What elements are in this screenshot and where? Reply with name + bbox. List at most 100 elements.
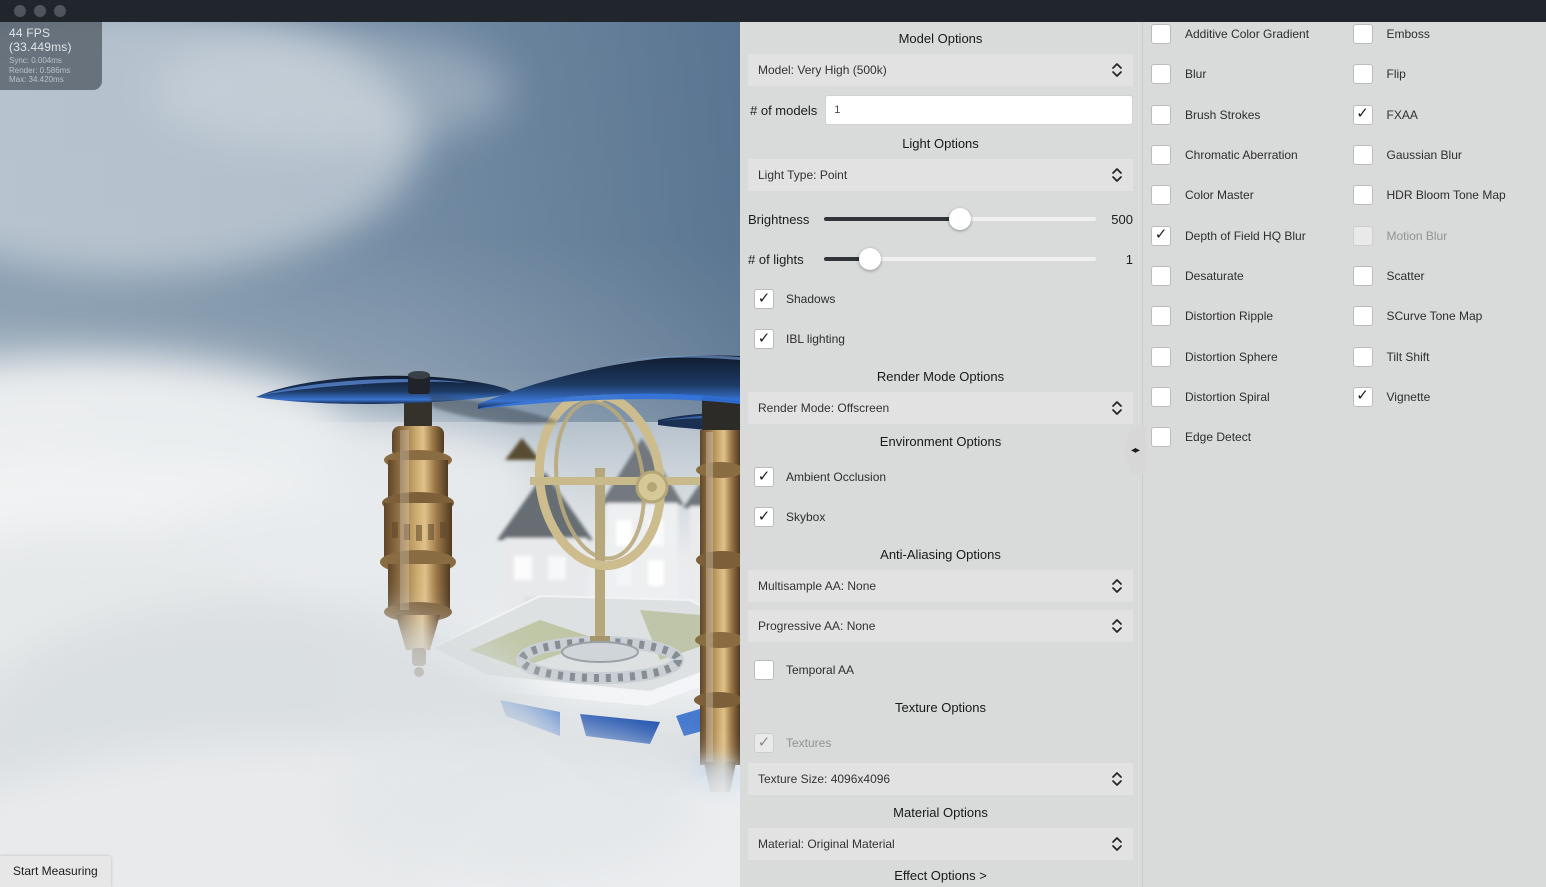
additive-color-gradient-checkbox[interactable] — [1151, 24, 1171, 45]
shadows-checkbox-row[interactable]: ✓ Shadows — [748, 279, 1133, 319]
temporal-aa-label: Temporal AA — [786, 663, 855, 677]
effect-row-blur[interactable]: Blur — [1151, 54, 1345, 94]
effect-label: Edge Detect — [1185, 430, 1252, 445]
render-mode-select[interactable]: Render Mode: Offscreen — [748, 392, 1133, 424]
brush-strokes-checkbox[interactable] — [1151, 104, 1171, 125]
num-lights-slider[interactable] — [824, 248, 1096, 270]
emboss-checkbox[interactable] — [1352, 24, 1373, 45]
effect-row-edge-detect[interactable]: Edge Detect — [1151, 417, 1345, 457]
checkmark-icon: ✓ — [757, 289, 771, 307]
effect-row-desaturate[interactable]: Desaturate — [1151, 256, 1345, 296]
color-master-checkbox[interactable] — [1151, 185, 1171, 206]
effect-options-link[interactable]: Effect Options > — [748, 868, 1133, 883]
texture-size-select-value: Texture Size: 4096x4096 — [758, 772, 891, 786]
ibl-lighting-checkbox-row[interactable]: ✓ IBL lighting — [748, 319, 1133, 359]
effect-row-tilt-shift[interactable]: Tilt Shift — [1352, 336, 1546, 376]
temporal-aa-checkbox[interactable] — [754, 660, 774, 680]
effects-column-right: Emboss Flip ✓ FXAA Gaussian Blur HDR Blo… — [1345, 14, 1546, 887]
effect-row-hdr-bloom-tone-map[interactable]: HDR Bloom Tone Map — [1352, 175, 1546, 215]
light-type-select[interactable]: Light Type: Point — [748, 159, 1133, 191]
scurve-tone-map-checkbox[interactable] — [1352, 306, 1373, 327]
effect-row-color-master[interactable]: Color Master — [1151, 175, 1345, 215]
effect-row-motion-blur: Motion Blur — [1352, 215, 1546, 255]
minimize-button[interactable] — [34, 5, 46, 17]
zoom-button[interactable] — [54, 5, 66, 17]
start-measuring-button[interactable]: Start Measuring — [0, 856, 111, 887]
shadows-checkbox[interactable]: ✓ — [754, 289, 774, 309]
distortion-sphere-checkbox[interactable] — [1151, 346, 1171, 367]
model-options-header: Model Options — [898, 31, 983, 46]
effect-label: Motion Blur — [1386, 228, 1448, 243]
num-lights-slider-handle[interactable] — [859, 248, 882, 270]
texture-size-select[interactable]: Texture Size: 4096x4096 — [748, 763, 1133, 795]
skybox-checkbox-row[interactable]: ✓ Skybox — [748, 497, 1133, 537]
checkmark-icon: ✓ — [757, 329, 771, 347]
effect-label: Distortion Ripple — [1185, 309, 1274, 324]
ibl-lighting-checkbox[interactable]: ✓ — [754, 329, 774, 349]
model-select[interactable]: Model: Very High (500k) — [748, 54, 1133, 86]
chevron-up-down-icon — [1112, 168, 1122, 182]
render-viewport[interactable] — [0, 22, 740, 887]
effect-row-scurve-tone-map[interactable]: SCurve Tone Map — [1352, 296, 1546, 336]
brightness-value: 500 — [1111, 211, 1133, 227]
multisample-aa-select[interactable]: Multisample AA: None — [748, 570, 1133, 602]
distortion-ripple-checkbox[interactable] — [1151, 306, 1171, 327]
brightness-slider[interactable] — [824, 208, 1096, 230]
vignette-checkbox[interactable]: ✓ — [1352, 386, 1373, 407]
temporal-aa-checkbox-row[interactable]: Temporal AA — [748, 650, 1133, 690]
desaturate-checkbox[interactable] — [1151, 265, 1171, 286]
chromatic-aberration-checkbox[interactable] — [1151, 145, 1171, 166]
effect-row-vignette[interactable]: ✓ Vignette — [1352, 377, 1546, 417]
effect-row-distortion-ripple[interactable]: Distortion Ripple — [1151, 296, 1345, 336]
brightness-slider-row: Brightness 500 — [748, 199, 1133, 239]
effect-label: Chromatic Aberration — [1185, 148, 1298, 163]
close-button[interactable] — [14, 5, 26, 17]
anti-aliasing-options-header: Anti-Aliasing Options — [880, 547, 1001, 562]
scatter-checkbox[interactable] — [1352, 265, 1373, 286]
render-mode-options-header: Render Mode Options — [876, 369, 1005, 384]
effects-column-left: Additive Color Gradient Blur Brush Strok… — [1143, 14, 1345, 887]
skybox-label: Skybox — [786, 510, 826, 524]
motion-blur-checkbox — [1352, 225, 1373, 246]
num-models-input[interactable] — [825, 95, 1133, 125]
ambient-occlusion-checkbox[interactable]: ✓ — [754, 467, 774, 487]
checkmark-icon: ✓ — [1154, 226, 1168, 244]
effect-row-depth-of-field-hq-blur[interactable]: ✓ Depth of Field HQ Blur — [1151, 215, 1345, 255]
progressive-aa-select[interactable]: Progressive AA: None — [748, 610, 1133, 642]
tilt-shift-checkbox[interactable] — [1352, 346, 1373, 367]
effect-label: Scatter — [1386, 268, 1425, 283]
num-models-row: # of models — [748, 94, 1133, 126]
skybox-checkbox[interactable]: ✓ — [754, 507, 774, 527]
fps-render: Render: 0.586ms — [9, 65, 71, 75]
brightness-label: Brightness — [748, 211, 810, 227]
effect-row-scatter[interactable]: Scatter — [1352, 256, 1546, 296]
flip-checkbox[interactable] — [1352, 64, 1373, 85]
effect-row-distortion-sphere[interactable]: Distortion Sphere — [1151, 336, 1345, 376]
effect-row-brush-strokes[interactable]: Brush Strokes — [1151, 95, 1345, 135]
hdr-bloom-tone-map-checkbox[interactable] — [1352, 185, 1373, 206]
effect-row-gaussian-blur[interactable]: Gaussian Blur — [1352, 135, 1546, 175]
effect-label: Distortion Spiral — [1185, 389, 1270, 404]
gaussian-blur-checkbox[interactable] — [1352, 145, 1373, 166]
effect-label: FXAA — [1386, 107, 1418, 122]
effect-row-fxaa[interactable]: ✓ FXAA — [1352, 95, 1546, 135]
fps-max: Max: 34.420ms — [9, 75, 64, 84]
effect-label: Gaussian Blur — [1386, 148, 1462, 163]
effect-row-chromatic-aberration[interactable]: Chromatic Aberration — [1151, 135, 1345, 175]
edge-detect-checkbox[interactable] — [1151, 427, 1171, 448]
fxaa-checkbox[interactable]: ✓ — [1352, 104, 1373, 125]
distortion-spiral-checkbox[interactable] — [1151, 386, 1171, 407]
textures-checkbox-row: ✓ Textures — [748, 723, 1133, 763]
depth-of-field-hq-blur-checkbox[interactable]: ✓ — [1151, 225, 1171, 246]
brightness-slider-handle[interactable] — [949, 208, 971, 230]
num-lights-label: # of lights — [748, 251, 804, 267]
effect-row-flip[interactable]: Flip — [1352, 54, 1546, 94]
app-window: 44 FPS (33.449ms) Sync: 0.004ms Render: … — [0, 0, 1546, 887]
effects-panel: Additive Color Gradient Blur Brush Strok… — [1142, 22, 1546, 887]
material-select[interactable]: Material: Original Material — [748, 828, 1133, 860]
blur-checkbox[interactable] — [1151, 64, 1171, 85]
effect-row-distortion-spiral[interactable]: Distortion Spiral — [1151, 377, 1345, 417]
textures-label: Textures — [786, 736, 832, 750]
ambient-occlusion-checkbox-row[interactable]: ✓ Ambient Occlusion — [748, 457, 1133, 497]
shadows-label: Shadows — [786, 292, 836, 306]
